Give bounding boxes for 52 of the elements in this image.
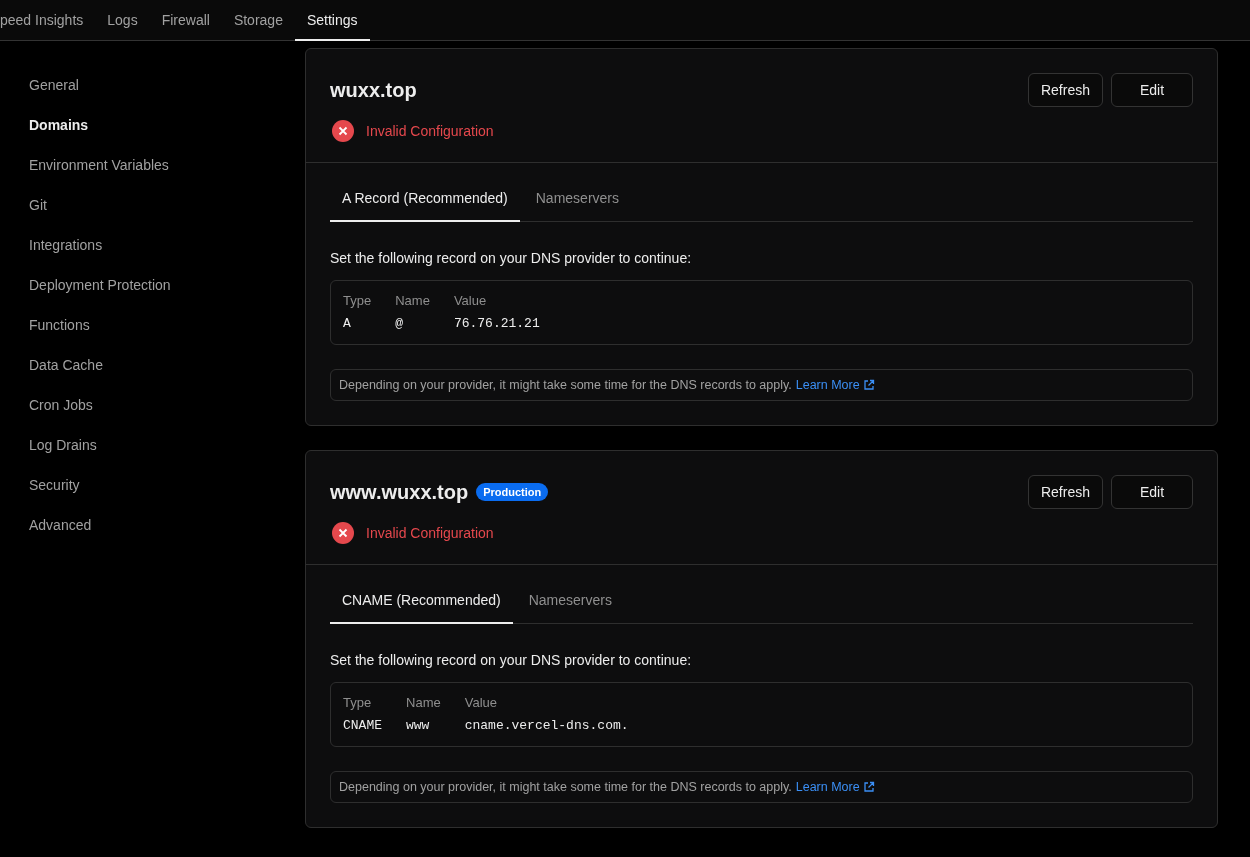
sidebar-item[interactable]: Advanced [0, 505, 305, 545]
edit-button[interactable]: Edit [1111, 73, 1193, 107]
sidebar-item[interactable]: Domains [0, 105, 305, 145]
sidebar-item[interactable]: Cron Jobs [0, 385, 305, 425]
sidebar-item[interactable]: Git [0, 185, 305, 225]
record-tab[interactable]: Nameservers [523, 179, 631, 222]
record-value: www [406, 718, 431, 733]
nav-tab[interactable]: Settings [294, 0, 370, 41]
sidebar-item[interactable]: General [0, 65, 305, 105]
sidebar-item[interactable]: Log Drains [0, 425, 305, 465]
column-header: Name [395, 293, 430, 308]
nav-tab[interactable]: peed Insights [0, 0, 96, 41]
external-link-icon [862, 781, 875, 793]
record-value: A [343, 316, 352, 331]
refresh-button[interactable]: Refresh [1027, 73, 1103, 107]
record-tab[interactable]: A Record (Recommended) [330, 179, 520, 222]
record-value: cname.vercel-dns.com. [464, 718, 630, 733]
status-text: Invalid Configuration [366, 123, 494, 139]
nav-tab[interactable]: Logs [95, 0, 150, 41]
error-icon [332, 522, 354, 544]
domain-name: www.wuxx.top [330, 480, 469, 504]
error-icon [332, 120, 354, 142]
sidebar-item[interactable]: Data Cache [0, 345, 305, 385]
instruction-text: Set the following record on your DNS provider to continue: [330, 250, 693, 266]
column-header: Value [453, 293, 488, 308]
record-value: @ [395, 316, 404, 331]
sidebar-item[interactable]: Security [0, 465, 305, 505]
domain-name: wuxx.top [330, 78, 417, 102]
edit-button[interactable]: Edit [1111, 475, 1193, 509]
note-text: Depending on your provider, it might take some time for the DNS records to apply. [339, 780, 792, 794]
nav-tab[interactable]: Firewall [149, 0, 222, 41]
record-tab[interactable]: CNAME (Recommended) [330, 581, 513, 624]
status-text: Invalid Configuration [366, 525, 494, 541]
sidebar-item[interactable]: Deployment Protection [0, 265, 305, 305]
column-header: Type [343, 293, 372, 308]
record-tab[interactable]: Nameservers [516, 581, 624, 624]
learn-more-link[interactable]: Learn More [795, 378, 875, 392]
learn-more-link[interactable]: Learn More [795, 780, 875, 794]
nav-tab[interactable]: Storage [221, 0, 295, 41]
note-text: Depending on your provider, it might take some time for the DNS records to apply. [339, 378, 792, 392]
column-header: Name [406, 695, 441, 710]
refresh-button[interactable]: Refresh [1027, 475, 1103, 509]
record-value: 76.76.21.21 [453, 316, 541, 331]
column-header: Value [464, 695, 498, 710]
record-value: CNAME [343, 718, 382, 733]
column-header: Type [343, 695, 373, 710]
instruction-text: Set the following record on your DNS provider to continue: [330, 652, 693, 668]
environment-badge: Production [476, 483, 549, 501]
external-link-icon [862, 379, 875, 391]
sidebar-item[interactable]: Functions [0, 305, 305, 345]
sidebar-item[interactable]: Integrations [0, 225, 305, 265]
sidebar-item[interactable]: Environment Variables [0, 145, 305, 185]
